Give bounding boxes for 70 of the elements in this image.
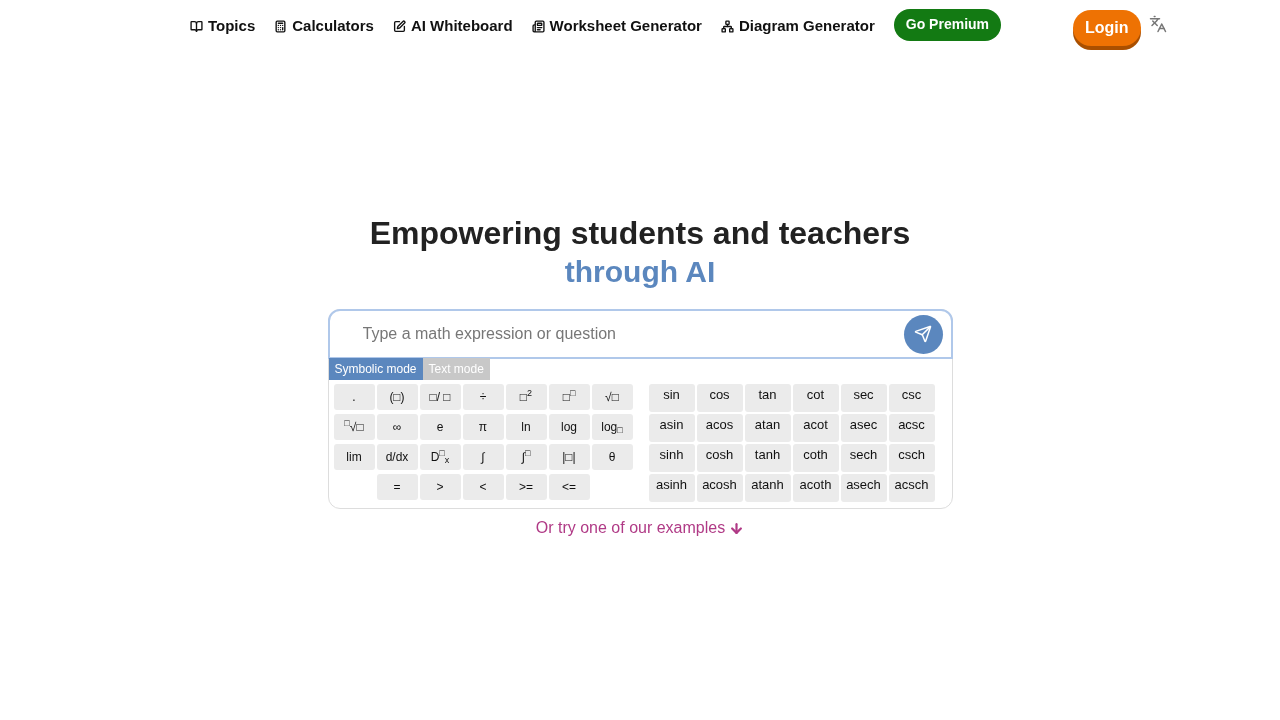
symbol-key[interactable]: log$_{□}$ [591, 414, 633, 440]
symbol-key[interactable]: |□| [548, 444, 590, 470]
language-icon[interactable] [1148, 15, 1167, 33]
search-field[interactable]: Type a math expression or question [362, 322, 904, 346]
function-key[interactable]: tanh [744, 444, 791, 472]
function-key[interactable]: coth [792, 444, 839, 472]
arrow-down-icon [729, 520, 745, 536]
nav-link[interactable]: Diagram Generator [720, 14, 875, 38]
nav-link[interactable]: Calculators [274, 14, 374, 38]
function-key[interactable]: sin [648, 384, 695, 412]
calculator-icon [274, 19, 288, 33]
function-key[interactable]: csc [888, 384, 935, 412]
function-key[interactable]: acot [792, 414, 839, 442]
function-key[interactable]: csch [888, 444, 935, 472]
search-bar[interactable]: Type a math expression or question [327, 309, 953, 359]
function-key[interactable]: asech [840, 474, 887, 502]
function-key[interactable]: cot [792, 384, 839, 412]
symbol-key[interactable]: (□) [376, 384, 418, 410]
function-key[interactable]: acosh [696, 474, 743, 502]
function-key[interactable]: sinh [648, 444, 695, 472]
edit-icon [392, 19, 406, 33]
symbol-key[interactable]: □$^{2}$ [505, 384, 547, 410]
symbol-key[interactable]: = [376, 474, 418, 500]
function-key[interactable]: tan [744, 384, 791, 412]
function-key[interactable]: acsch [888, 474, 935, 502]
symbol-key[interactable]: log [548, 414, 590, 440]
symbol-key[interactable]: □$^{□}$ [548, 384, 590, 410]
function-key[interactable]: acos [696, 414, 743, 442]
symbol-key[interactable]: ∫ [462, 444, 504, 470]
tree-icon [720, 19, 734, 33]
function-key[interactable]: acoth [792, 474, 839, 502]
function-key[interactable]: sech [840, 444, 887, 472]
symbol-key[interactable]: > [419, 474, 461, 500]
nav-link[interactable]: Topics [190, 14, 256, 38]
sheet-icon [531, 19, 545, 33]
send-icon [914, 325, 932, 343]
function-key[interactable]: atan [744, 414, 791, 442]
function-key[interactable]: cosh [696, 444, 743, 472]
function-key[interactable]: asec [840, 414, 887, 442]
examples-link[interactable]: Or try one of our examples [535, 516, 745, 540]
symbol-key[interactable]: >= [505, 474, 547, 500]
symbol-key[interactable]: □/ □ [419, 384, 461, 410]
symbol-key[interactable]: ∫$^{□}$ [505, 444, 547, 470]
symbol-key[interactable]: . [333, 384, 375, 410]
symbol-key[interactable]: e [419, 414, 461, 440]
symbol-key[interactable]: ÷ [462, 384, 504, 410]
symbol-key[interactable]: √□ [591, 384, 633, 410]
symbol-key[interactable]: < [462, 474, 504, 500]
function-key[interactable]: sec [840, 384, 887, 412]
send-button[interactable] [903, 314, 943, 354]
function-key[interactable]: cos [696, 384, 743, 412]
symbol-key[interactable]: <= [548, 474, 590, 500]
symbol-key[interactable]: ln [505, 414, 547, 440]
headline: Empowering students and teachers [369, 214, 911, 252]
symbol-key[interactable]: $^{□}$√□ [333, 414, 375, 440]
premium-button[interactable]: Go Premium [893, 8, 1002, 41]
function-key[interactable]: asin [648, 414, 695, 442]
headline-accent: through AI [564, 254, 716, 290]
book-icon [190, 19, 203, 33]
function-key[interactable]: acsc [888, 414, 935, 442]
function-key[interactable]: atanh [744, 474, 791, 502]
symbol-key[interactable]: θ [591, 444, 633, 470]
nav-link[interactable]: AI Whiteboard [392, 14, 513, 38]
mode-tab[interactable]: Symbolic mode [328, 358, 423, 380]
symbol-key[interactable]: lim [333, 444, 375, 470]
nav-link[interactable]: Worksheet Generator [531, 14, 702, 38]
symbol-key[interactable]: d/dx [376, 444, 418, 470]
function-key[interactable]: asinh [648, 474, 695, 502]
symbol-key[interactable]: π [462, 414, 504, 440]
symbol-key[interactable]: ∞ [376, 414, 418, 440]
